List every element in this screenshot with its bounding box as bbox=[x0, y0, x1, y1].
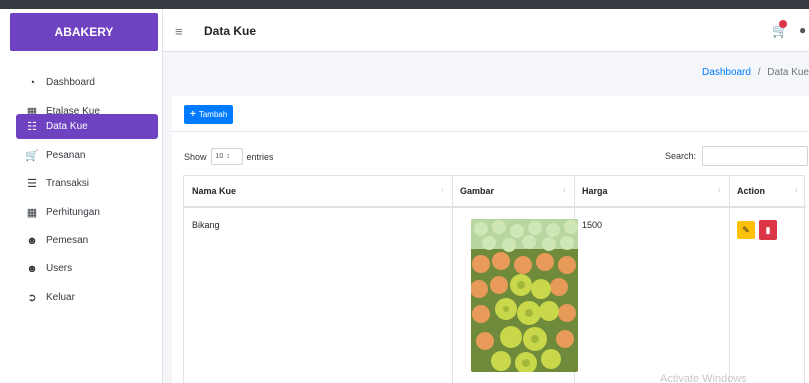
table-cell-nama: Bikang bbox=[192, 220, 220, 230]
cart-icon[interactable]: 🛒 bbox=[772, 20, 788, 39]
brand-logo[interactable]: ABAKERY bbox=[10, 13, 158, 51]
column-divider bbox=[452, 176, 453, 383]
hamburger-icon[interactable]: ≡ bbox=[175, 24, 183, 39]
sidebar-item-data-kue[interactable]: ☷ Data Kue bbox=[16, 114, 158, 139]
dashboard-icon: ◔ bbox=[28, 76, 36, 89]
sign-out-icon: ➲ bbox=[27, 292, 37, 304]
page-title: Data Kue bbox=[204, 24, 257, 38]
column-header-action[interactable]: Action ↕ bbox=[729, 176, 806, 208]
search-input[interactable] bbox=[702, 146, 809, 166]
cake-image bbox=[471, 219, 578, 372]
plus-icon: + bbox=[190, 109, 196, 120]
search-label: Search: bbox=[665, 151, 697, 161]
sidebar-item-label: Data Kue bbox=[46, 121, 88, 132]
sidebar-item-label: Keluar bbox=[46, 292, 75, 303]
entries-control: Show 10 ↕ entries bbox=[184, 148, 274, 165]
edit-icon: ✎ bbox=[742, 224, 750, 235]
entries-select-value: 10 bbox=[215, 153, 224, 160]
column-header-label: Harga bbox=[582, 186, 608, 196]
sort-icon: ↕ bbox=[562, 187, 567, 194]
edit-button[interactable]: ✎ bbox=[737, 221, 755, 239]
sidebar: ABAKERY ◔ Dashboard ▦ Etalase Kue ☷ Data… bbox=[0, 9, 163, 383]
add-button[interactable]: + Tambah bbox=[184, 105, 234, 124]
table-cell-harga: 1500 bbox=[582, 220, 603, 230]
sidebar-item-perhitungan[interactable]: ▦ Perhitungan bbox=[16, 200, 158, 225]
users-icon: ☻ bbox=[26, 262, 38, 275]
sort-icon: ↕ bbox=[717, 187, 722, 194]
sidebar-item-pemesan[interactable]: ☻ Pemesan bbox=[16, 228, 158, 253]
breadcrumb-home-link[interactable]: Dashboard bbox=[702, 67, 751, 78]
column-header-nama-kue[interactable]: Nama Kue ↑ bbox=[184, 176, 452, 208]
show-label: Show bbox=[184, 151, 207, 162]
delete-button[interactable]: ▮ bbox=[759, 220, 777, 240]
activate-windows-watermark: Activate Windows bbox=[660, 373, 747, 383]
sidebar-item-label: Pemesan bbox=[46, 235, 89, 246]
cart-icon: 🛒 bbox=[25, 150, 39, 162]
top-navbar: ≡ Data Kue 🛒 ● bbox=[163, 9, 809, 52]
sidebar-item-label: Pesanan bbox=[46, 150, 86, 161]
column-header-gambar[interactable]: Gambar ↕ bbox=[452, 176, 574, 208]
calculator-icon: ▦ bbox=[26, 207, 38, 219]
add-button-label: Tambah bbox=[198, 110, 228, 119]
data-card: + Tambah Show 10 ↕ entries Search: Nama … bbox=[172, 96, 809, 383]
card-header: + Tambah bbox=[172, 96, 809, 132]
notification-badge bbox=[779, 20, 787, 28]
breadcrumb-current: Data Kue bbox=[767, 67, 809, 78]
column-header-label: Gambar bbox=[460, 186, 495, 196]
search-control: Search: bbox=[665, 146, 809, 166]
user-icon[interactable]: ● bbox=[799, 23, 806, 37]
column-divider bbox=[729, 176, 730, 383]
sidebar-item-dashboard[interactable]: ◔ Dashboard bbox=[16, 70, 158, 95]
sidebar-item-transaksi[interactable]: ☰ Transaksi bbox=[16, 171, 158, 196]
column-header-label: Action bbox=[737, 186, 765, 196]
sidebar-item-label: Dashboard bbox=[46, 77, 95, 88]
list-icon: ☰ bbox=[27, 178, 37, 190]
sort-asc-icon: ↑ bbox=[440, 187, 445, 194]
sidebar-item-users[interactable]: ☻ Users bbox=[16, 256, 158, 281]
top-strip bbox=[0, 0, 809, 9]
column-header-harga[interactable]: Harga ↕ bbox=[574, 176, 729, 208]
breadcrumb-bar: Dashboard / Data Kue bbox=[163, 52, 809, 96]
sort-icon: ↕ bbox=[794, 187, 799, 194]
trash-icon: ▮ bbox=[765, 224, 771, 235]
sidebar-item-label: Users bbox=[46, 263, 73, 274]
column-header-label: Nama Kue bbox=[192, 186, 237, 196]
database-icon: ☷ bbox=[27, 121, 37, 133]
sidebar-item-label: Perhitungan bbox=[46, 207, 100, 218]
sidebar-item-keluar[interactable]: ➲ Keluar bbox=[16, 285, 158, 310]
sidebar-item-pesanan[interactable]: 🛒 Pesanan bbox=[16, 143, 158, 168]
entries-label: entries bbox=[246, 151, 274, 162]
data-table: Nama Kue ↑ Gambar ↕ Harga ↕ Action ↕ Bik… bbox=[183, 175, 806, 383]
chevron-updown-icon: ↕ bbox=[226, 153, 230, 160]
sidebar-item-label: Transaksi bbox=[46, 178, 89, 189]
users-icon: ☻ bbox=[26, 234, 38, 247]
breadcrumb: Dashboard / Data Kue bbox=[702, 67, 809, 78]
entries-select[interactable]: 10 ↕ bbox=[210, 148, 243, 165]
breadcrumb-separator: / bbox=[757, 67, 761, 78]
